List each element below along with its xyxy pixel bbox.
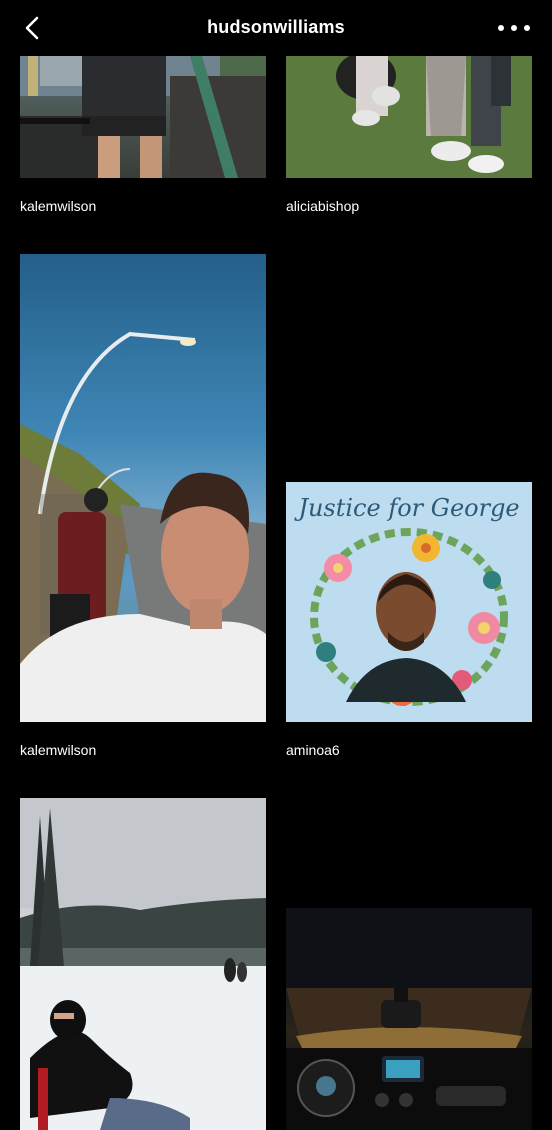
more-options-button[interactable] <box>498 18 530 38</box>
post-username[interactable]: aminoa6 <box>286 742 340 758</box>
more-horizontal-icon <box>498 25 504 31</box>
photo-car-interior <box>286 908 532 1130</box>
photo-grass-feet <box>286 56 532 178</box>
top-bar: hudsonwilliams <box>0 0 552 56</box>
post-thumbnail[interactable] <box>286 908 532 1130</box>
post-thumbnail[interactable] <box>20 254 266 722</box>
illustration-caption: Justice for George <box>293 494 519 522</box>
page-title: hudsonwilliams <box>207 17 345 37</box>
post-thumbnail[interactable] <box>20 56 266 178</box>
photo-balcony <box>20 56 266 178</box>
post-username[interactable]: kalemwilson <box>20 742 96 758</box>
photo-selfie-road <box>20 254 266 722</box>
post-thumbnail[interactable]: Justice for George <box>286 482 532 722</box>
photo-snow-lake <box>20 798 266 1130</box>
post-username[interactable]: aliciabishop <box>286 198 359 214</box>
illustration-justice-for-george: Justice for George <box>286 482 532 722</box>
post-thumbnail[interactable] <box>286 56 532 178</box>
post-thumbnail[interactable] <box>20 798 266 1130</box>
post-username[interactable]: kalemwilson <box>20 198 96 214</box>
